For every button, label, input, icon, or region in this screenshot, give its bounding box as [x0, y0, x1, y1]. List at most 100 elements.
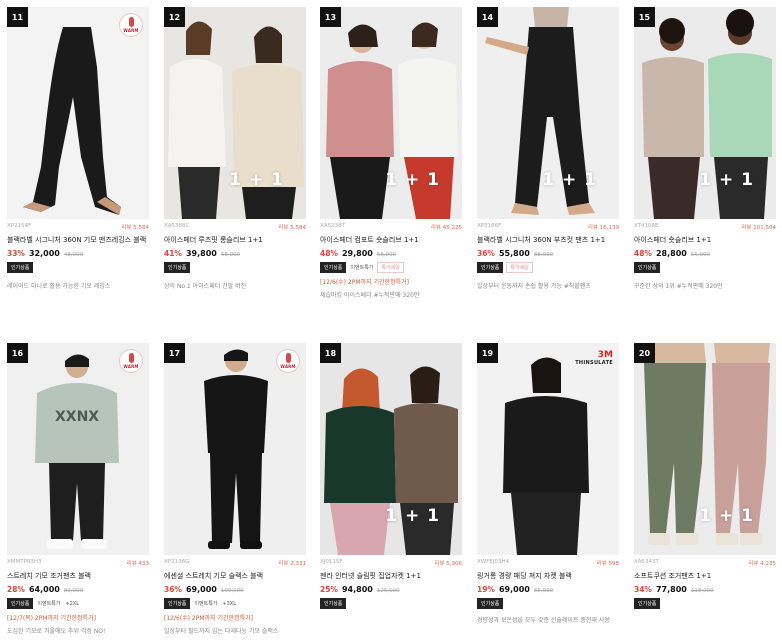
one-plus-one-badge: 1 + 1	[699, 506, 754, 526]
review-count: 리뷰 5,584	[121, 225, 149, 231]
product-tag: 인기상품	[164, 262, 191, 273]
discount-rate: 34%	[634, 585, 652, 594]
product-title[interactable]: 링거롱 경량 패딩 져지 자켓 블랙	[477, 571, 619, 581]
promo-text: [12/6(수) 2PM까지 기간한정특가]	[164, 615, 253, 622]
tag-list: 인기상품 이벤트특가 +2XL	[7, 598, 149, 609]
product-card[interactable]: 15 1 + 1 XT4108E 리뷰 101,504 아이스페더 숏슬리브 1+1…	[634, 7, 776, 290]
product-photo: XXNX	[35, 354, 119, 549]
rank-badge: 18	[320, 343, 341, 363]
original-price: 109,000	[220, 588, 244, 594]
product-card[interactable]: 14 1 + 1 XP3166F 리뷰 16,139 블랙라벨 시그니처 360N …	[477, 7, 619, 290]
product-card[interactable]: 20 1 + 1 XA5343T 리뷰 4,235 소프트쿠션 조거팬츠 1+1 3…	[634, 343, 776, 617]
product-title[interactable]: 아이스페더 컴포트 숏슬리브 1+1	[320, 235, 462, 245]
warm-label: WARM	[280, 364, 296, 369]
product-image[interactable]: 15 1 + 1	[634, 7, 776, 219]
tag-list: 인기상품	[164, 262, 306, 273]
product-photo	[503, 357, 589, 555]
sale-price: 77,800	[655, 585, 687, 594]
product-tag: 이벤트특가	[194, 601, 218, 607]
warm-label: WARM	[123, 28, 139, 33]
product-code: XA5238T	[320, 223, 345, 229]
warm-label: WARM	[123, 364, 139, 369]
discount-rate: 25%	[320, 585, 338, 594]
tag-list: 인기상품	[634, 262, 776, 273]
sale-price: 64,000	[28, 585, 60, 594]
original-price: 56,000	[690, 252, 711, 258]
one-plus-one-badge: 1 + 1	[699, 170, 754, 190]
tag-list: 인기상품	[477, 598, 619, 609]
product-title[interactable]: 소프트쿠션 조거팬츠 1+1	[634, 571, 776, 581]
review-count: 리뷰 16,139	[587, 225, 619, 231]
discount-rate: 28%	[7, 585, 25, 594]
product-photo	[23, 27, 121, 215]
original-price: 88,000	[533, 252, 554, 258]
product-photo	[204, 349, 268, 549]
product-code: XA5343T	[634, 559, 659, 565]
product-description: 꾸준한 상의 1위 #누적판매 320만	[634, 283, 723, 290]
product-code: XJ0115F	[320, 559, 343, 565]
product-card[interactable]: XXNX 16 WARM XMMTP03H3 리뷰 433 스트레치 기모 조거팬츠…	[7, 343, 149, 635]
product-image[interactable]: 11 WARM	[7, 7, 149, 219]
product-image[interactable]: 18 1 + 1	[320, 343, 462, 555]
thinsulate-text: THINSULATE	[575, 360, 613, 366]
one-plus-one-badge: 1 + 1	[229, 170, 284, 190]
sale-price: 28,800	[655, 249, 687, 258]
product-card[interactable]: 12 1 + 1 XA5388C 리뷰 5,584 아이스페더 루즈핏 롱슬리브 1…	[164, 7, 306, 290]
product-title[interactable]: 스트레치 기모 조거팬츠 블랙	[7, 571, 149, 581]
product-code: XP2154F	[7, 223, 32, 229]
product-card[interactable]: 11 WARM XP2154F 리뷰 5,584 블랙라벨 시그니처 360N 기모…	[7, 7, 149, 290]
product-code: XP3166F	[477, 223, 502, 229]
product-image[interactable]: 12 1 + 1	[164, 7, 306, 219]
tag-list: 인기상품 특가세일	[477, 262, 619, 273]
discount-rate: 41%	[164, 249, 182, 258]
original-price: 89,000	[63, 588, 84, 594]
review-count: 리뷰 5,906	[434, 561, 462, 567]
sale-price: 94,800	[341, 585, 373, 594]
product-code: XA5388C	[164, 223, 190, 229]
product-code: XP2136G	[164, 559, 190, 565]
review-count: 리뷰 433	[126, 561, 149, 567]
product-card[interactable]: 18 1 + 1 XJ0115F 리뷰 5,906 젠라 인터넷 슬림핏 집업자켓 …	[320, 343, 462, 617]
review-count: 리뷰 598	[596, 561, 619, 567]
product-tag: 인기상품	[320, 262, 347, 273]
product-image[interactable]: 14 1 + 1	[477, 7, 619, 219]
product-card[interactable]: 13 1 + 1 XA5238T 리뷰 45,225 아이스페더 컴포트 숏슬리브 …	[320, 7, 462, 299]
product-image[interactable]: XXNX 16 WARM	[7, 343, 149, 555]
3m-text: 3M	[597, 350, 613, 360]
one-plus-one-badge: 1 + 1	[385, 506, 440, 526]
product-title[interactable]: 아이스페더 루즈핏 롱슬리브 1+1	[164, 235, 306, 245]
review-count: 리뷰 5,584	[278, 225, 306, 231]
product-description: 제습마킹 아이스페더 #누적판매 320만	[320, 292, 420, 299]
svg-text:XXNX: XXNX	[55, 409, 99, 425]
discount-rate: 36%	[164, 585, 182, 594]
product-tag: 인기상품	[7, 262, 34, 273]
product-title[interactable]: 에센셜 스트레치 기모 슬랙스 블랙	[164, 571, 306, 581]
original-price: 58,000	[376, 252, 397, 258]
product-title[interactable]: 젠라 인터넷 슬림핏 집업자켓 1+1	[320, 571, 462, 581]
product-image[interactable]: 20 1 + 1	[634, 343, 776, 555]
sale-price: 29,800	[341, 249, 373, 258]
review-count: 리뷰 45,225	[430, 225, 462, 231]
product-description: 일상부터 운동까지 손쉽 활용 가능 #착붙팬츠	[477, 283, 591, 290]
tag-list: 인기상품 이벤트특가 특가세일	[320, 262, 462, 273]
product-tag: 인기상품	[634, 598, 661, 609]
original-price: 48,000	[63, 252, 84, 258]
warm-thermometer-icon: WARM	[119, 13, 143, 37]
tag-list: 인기상품 이벤트특가 +3XL	[164, 598, 306, 609]
product-tag: 인기상품	[477, 262, 504, 273]
product-title[interactable]: 블랙라벨 시그니처 360N 기모 맨즈레깅스 블랙	[7, 235, 149, 245]
original-price: 118,000	[690, 588, 714, 594]
product-title[interactable]: 아이스페더 숏슬리브 1+1	[634, 235, 776, 245]
product-image[interactable]: 17 WARM	[164, 343, 306, 555]
product-description: 도심한 기모로 겨울에도 추위 걱정 NO!	[7, 628, 106, 635]
product-card[interactable]: 17 WARM XP2136G 리뷰 2,331 에센셜 스트레치 기모 슬랙스 블…	[164, 343, 306, 635]
product-image[interactable]: 13 1 + 1	[320, 7, 462, 219]
product-title[interactable]: 블랙라벨 시그니처 360N 부츠컷 팬츠 1+1	[477, 235, 619, 245]
rank-badge: 13	[320, 7, 341, 27]
discount-rate: 33%	[7, 249, 25, 258]
product-card[interactable]: 19 3M THINSULATE XWFEJ03H4 리뷰 598 링거롱 경량 패딩…	[477, 343, 619, 633]
discount-rate: 48%	[634, 249, 652, 258]
review-count: 리뷰 4,235	[748, 561, 776, 567]
product-image[interactable]: 19 3M THINSULATE	[477, 343, 619, 555]
product-tag: 인기상품	[7, 598, 34, 609]
